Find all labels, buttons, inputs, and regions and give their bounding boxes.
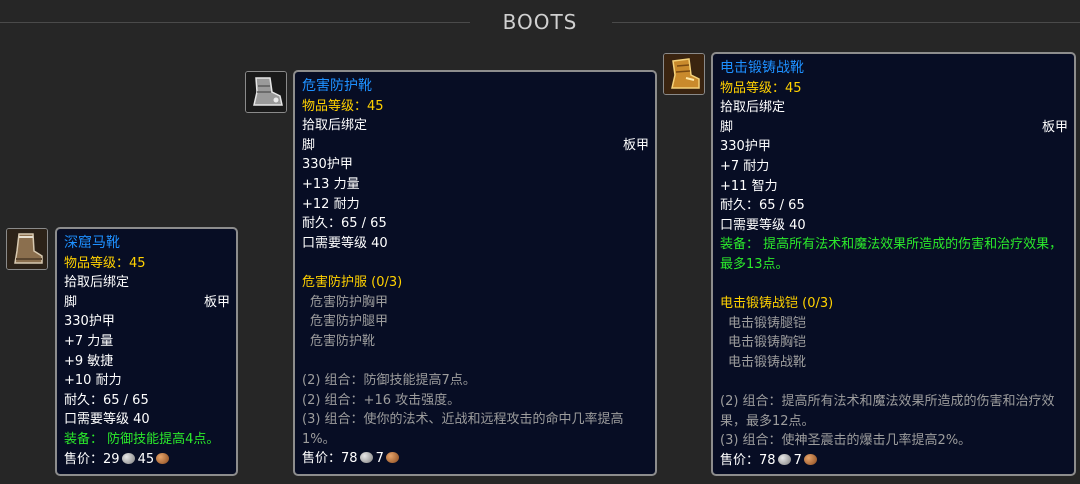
- stat-line: +11 智力: [720, 178, 778, 194]
- bind-text: 拾取后绑定: [720, 100, 786, 116]
- silver-coin-icon: [359, 452, 373, 464]
- stat-line: +13 力量: [302, 176, 360, 192]
- armor-type-text: 板甲: [203, 294, 230, 310]
- item-level: 物品等级：45: [64, 255, 146, 271]
- durability-text: 耐久：65 / 65: [720, 198, 805, 214]
- set-bonus: (3) 组合：使你的法术、近战和远程攻击的命中几率提高1%。: [302, 412, 624, 447]
- silver-coin-icon: [777, 453, 791, 465]
- set-bonus: (3) 组合：使神圣震击的爆击几率提高2%。: [720, 433, 972, 449]
- stat-line: +10 耐力: [64, 373, 122, 389]
- copper-coin-icon: [803, 453, 817, 465]
- set-piece: 危害防护腿甲: [310, 314, 389, 330]
- set-bonus: (2) 组合：+16 攻击强度。: [302, 392, 461, 408]
- silver-amount: 78: [759, 452, 776, 468]
- armor-type-text: 板甲: [1041, 119, 1068, 135]
- slot-text: 脚: [302, 137, 316, 153]
- slot-row: 脚 板甲: [720, 118, 1068, 138]
- bind-text: 拾取后绑定: [302, 118, 368, 134]
- copper-amount: 7: [793, 452, 802, 468]
- item-name[interactable]: 危害防护靴: [302, 77, 649, 97]
- armor-value: 330护甲: [64, 314, 115, 330]
- silver-coin-icon: [121, 452, 135, 464]
- armor-value: 330护甲: [302, 157, 353, 173]
- durability-text: 耐久：65 / 65: [64, 392, 149, 408]
- equip-effect: 装备： 防御技能提高4点。: [64, 431, 220, 447]
- sell-label: 售价：: [64, 451, 104, 467]
- copper-amount: 7: [375, 451, 384, 467]
- set-name: 危害防护服 (0/3): [302, 274, 403, 290]
- bind-text: 拾取后绑定: [64, 275, 130, 291]
- copper-coin-icon: [156, 452, 170, 464]
- section-header: BOOTS: [0, 0, 1080, 48]
- sell-label: 售价：: [720, 452, 760, 468]
- golden-boot-icon[interactable]: [663, 53, 705, 95]
- silver-amount: 78: [341, 451, 358, 467]
- set-bonus: (2) 组合：提高所有法术和魔法效果所造成的伤害和治疗效果，最多12点。: [720, 394, 1055, 429]
- armor-type-text: 板甲: [622, 137, 649, 153]
- item-level: 物品等级：45: [302, 98, 384, 114]
- leather-boot-icon[interactable]: [6, 228, 48, 270]
- stat-line: +9 敏捷: [64, 353, 114, 369]
- stat-line: +7 耐力: [720, 158, 770, 174]
- equip-effect: 装备： 提高所有法术和魔法效果所造成的伤害和治疗效果，最多13点。: [720, 237, 1063, 272]
- steel-boot-icon[interactable]: [245, 71, 287, 113]
- sell-label: 售价：: [302, 451, 342, 467]
- slot-row: 脚 板甲: [64, 293, 230, 313]
- set-name: 电击锻铸战铠 (0/3): [720, 296, 834, 312]
- copper-amount: 45: [137, 451, 155, 467]
- header-divider-right: [612, 22, 1080, 23]
- set-piece: 电击锻铸胸铠: [728, 335, 807, 351]
- slot-text: 脚: [720, 119, 734, 135]
- item-tooltip: 电击锻铸战靴 物品等级：45 拾取后绑定 脚 板甲 330护甲 +7 耐力 +1…: [711, 52, 1076, 476]
- sell-price: 售价：78 7: [720, 451, 1068, 471]
- item-name[interactable]: 电击锻铸战靴: [720, 59, 1068, 79]
- required-level-text: 口需要等级 40: [302, 235, 388, 251]
- slot-row: 脚 板甲: [302, 136, 649, 156]
- item-level: 物品等级：45: [720, 80, 802, 96]
- sell-price: 售价：78 7: [302, 449, 649, 469]
- item-tooltip: 危害防护靴 物品等级：45 拾取后绑定 脚 板甲 330护甲 +13 力量 +1…: [293, 70, 657, 476]
- set-piece: 电击锻铸腿铠: [728, 315, 807, 331]
- copper-coin-icon: [385, 452, 399, 464]
- set-piece: 危害防护胸甲: [310, 294, 389, 310]
- silver-amount: 29: [103, 451, 120, 467]
- required-level-text: 口需要等级 40: [720, 217, 806, 233]
- stat-line: +12 耐力: [302, 196, 360, 212]
- armor-value: 330护甲: [720, 139, 771, 155]
- set-piece: 电击锻铸战靴: [728, 354, 807, 370]
- item-name[interactable]: 深窟马靴: [64, 234, 230, 254]
- sell-price: 售价：29 45: [64, 450, 230, 470]
- stat-line: +7 力量: [64, 333, 114, 349]
- item-tooltip: 深窟马靴 物品等级：45 拾取后绑定 脚 板甲 330护甲 +7 力量 +9 敏…: [55, 227, 238, 476]
- set-bonus: (2) 组合：防御技能提高7点。: [302, 372, 476, 388]
- required-level-text: 口需要等级 40: [64, 412, 150, 428]
- set-piece: 危害防护靴: [310, 333, 376, 349]
- durability-text: 耐久：65 / 65: [302, 216, 387, 232]
- slot-text: 脚: [64, 294, 78, 310]
